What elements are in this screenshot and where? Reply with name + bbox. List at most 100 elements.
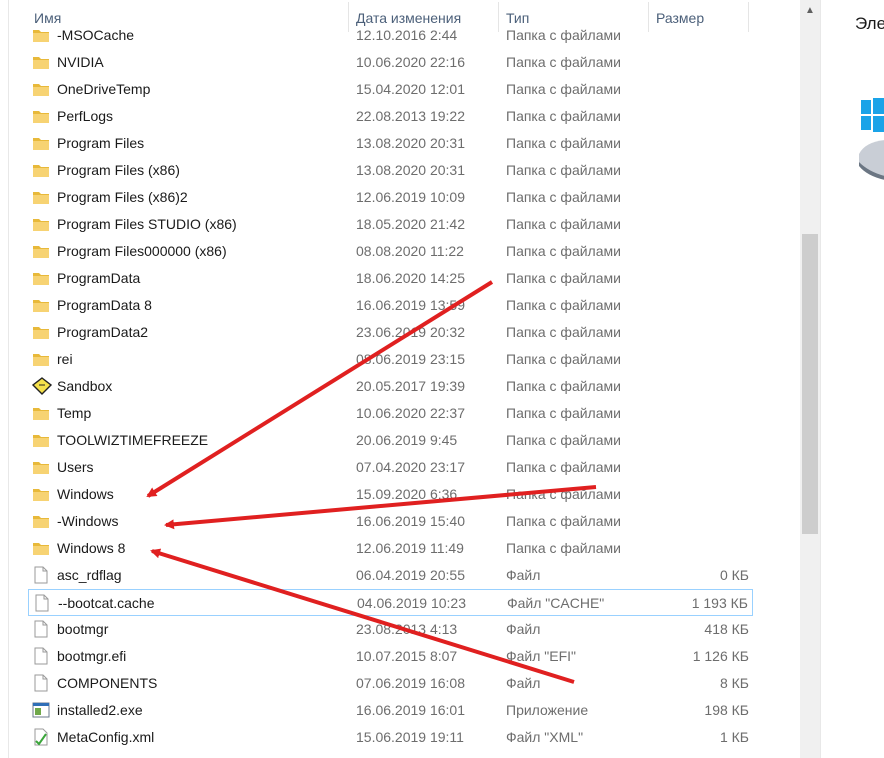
file-type: Папка с файлами bbox=[506, 540, 621, 556]
file-type: Папка с файлами bbox=[506, 351, 621, 367]
sandbox-icon bbox=[31, 377, 53, 395]
file-date: 23.06.2019 20:32 bbox=[356, 324, 465, 340]
file-date: 12.10.2016 2:44 bbox=[356, 27, 458, 43]
folder-icon bbox=[32, 242, 50, 260]
file-date: 18.06.2020 14:25 bbox=[356, 270, 465, 286]
file-type: Файл "XML" bbox=[506, 729, 584, 745]
file-row[interactable]: Program Files (x86)2 12.06.2019 10:09 Папк… bbox=[28, 184, 753, 211]
file-row[interactable]: Sandbox 20.05.2017 19:39 Папка с файлами bbox=[28, 373, 753, 400]
file-date: 16.06.2019 13:59 bbox=[356, 297, 465, 313]
file-type: Папка с файлами bbox=[506, 486, 621, 502]
navigation-pane-edge bbox=[0, 0, 9, 758]
file-size: 418 КБ bbox=[704, 621, 749, 637]
file-type: Папка с файлами bbox=[506, 135, 621, 151]
file-date: 04.06.2019 10:23 bbox=[357, 595, 466, 611]
file-row[interactable]: -MSOCache 12.10.2016 2:44 Папка с файлами bbox=[28, 22, 753, 49]
file-date: 16.06.2019 15:40 bbox=[356, 513, 465, 529]
file-date: 23.08.2013 4:13 bbox=[356, 621, 458, 637]
file-row[interactable]: OneDriveTemp 15.04.2020 12:01 Папка с файл… bbox=[28, 76, 753, 103]
file-name: Program Files bbox=[57, 135, 145, 151]
file-name: ProgramData bbox=[57, 270, 141, 286]
file-name: MetaConfig.xml bbox=[57, 729, 155, 745]
file-row[interactable]: Program Files000000 (x86) 08.08.2020 11:2… bbox=[28, 238, 753, 265]
file-date: 20.05.2017 19:39 bbox=[356, 378, 465, 394]
folder-icon bbox=[32, 350, 50, 368]
file-name: Sandbox bbox=[57, 378, 113, 394]
file-row[interactable]: Program Files (x86) 13.08.2020 20:31 Папка… bbox=[28, 157, 753, 184]
file-type: Файл bbox=[506, 675, 541, 691]
file-name: -MSOCache bbox=[57, 27, 135, 43]
file-date: 06.04.2019 20:55 bbox=[356, 567, 465, 583]
file-row[interactable]: COMPONENTS 07.06.2019 16:08 Файл 8 КБ bbox=[28, 670, 753, 697]
file-size: 1 193 КБ bbox=[691, 595, 748, 611]
file-date: 13.08.2020 20:31 bbox=[356, 162, 465, 178]
file-type: Папка с файлами bbox=[506, 162, 621, 178]
scroll-up-arrow-icon[interactable]: ▲ bbox=[800, 0, 820, 20]
file-date: 22.08.2013 19:22 bbox=[356, 108, 465, 124]
folder-icon bbox=[32, 296, 50, 314]
file-size: 198 КБ bbox=[704, 702, 749, 718]
vertical-scrollbar[interactable]: ▲ bbox=[800, 0, 820, 758]
folder-icon bbox=[32, 215, 50, 233]
scrollbar-thumb[interactable] bbox=[802, 234, 818, 534]
folder-icon bbox=[32, 53, 50, 71]
file-row[interactable]: Program Files STUDIO (x86) 18.05.2020 21:… bbox=[28, 211, 753, 238]
file-row[interactable]: installed2.exe 16.06.2019 16:01 Приложение… bbox=[28, 697, 753, 724]
file-name: Users bbox=[57, 459, 94, 475]
file-row[interactable]: NVIDIA 10.06.2020 22:16 Папка с файлами bbox=[28, 49, 753, 76]
file-row[interactable]: ProgramData2 23.06.2019 20:32 Папка с файл… bbox=[28, 319, 753, 346]
folder-icon bbox=[32, 458, 50, 476]
file-size: 8 КБ bbox=[719, 675, 749, 691]
file-type: Папка с файлами bbox=[506, 189, 621, 205]
file-date: 07.06.2019 16:08 bbox=[356, 675, 465, 691]
folder-icon bbox=[32, 431, 50, 449]
file-name: --bootcat.cache bbox=[58, 595, 155, 611]
file-name: TOOLWIZTIMEFREEZE bbox=[57, 432, 209, 448]
folder-icon bbox=[32, 539, 50, 557]
file-name: ProgramData2 bbox=[57, 324, 149, 340]
file-row[interactable]: asc_rdflag 06.04.2019 20:55 Файл 0 КБ bbox=[28, 562, 753, 589]
file-name: Program Files STUDIO (x86) bbox=[57, 216, 237, 232]
file-row[interactable]: MetaConfig.xml 15.06.2019 19:11 Файл "XML"… bbox=[28, 724, 753, 751]
file-date: 12.06.2019 10:09 bbox=[356, 189, 465, 205]
windows-logo-icon bbox=[859, 98, 884, 180]
file-row[interactable]: rei 08.06.2019 23:15 Папка с файлами bbox=[28, 346, 753, 373]
file-date: 16.06.2019 16:01 bbox=[356, 702, 465, 718]
file-size: 1 126 КБ bbox=[692, 648, 749, 664]
file-row[interactable]: ProgramData 18.06.2020 14:25 Папка с файла… bbox=[28, 265, 753, 292]
folder-icon bbox=[32, 512, 50, 530]
file-name: Windows 8 bbox=[57, 540, 126, 556]
file-date: 13.08.2020 20:31 bbox=[356, 135, 465, 151]
file-row[interactable]: Users 07.04.2020 23:17 Папка с файлами bbox=[28, 454, 753, 481]
file-name: Temp bbox=[57, 405, 92, 421]
file-row[interactable]: TOOLWIZTIMEFREEZE 20.06.2019 9:45 Папка с … bbox=[28, 427, 753, 454]
file-row[interactable]: bootmgr.efi 10.07.2015 8:07 Файл "EFI" 1 12… bbox=[28, 643, 753, 670]
file-row[interactable]: bootmgr 23.08.2013 4:13 Файл 418 КБ bbox=[28, 616, 753, 643]
file-row[interactable]: -Windows 16.06.2019 15:40 Папка с файлами bbox=[28, 508, 753, 535]
file-type: Папка с файлами bbox=[506, 513, 621, 529]
file-row[interactable]: PerfLogs 22.08.2013 19:22 Папка с файлами bbox=[28, 103, 753, 130]
details-pane: Эле bbox=[820, 0, 884, 758]
file-name: Windows bbox=[57, 486, 114, 502]
file-row[interactable]: Temp 10.06.2020 22:37 Папка с файлами bbox=[28, 400, 753, 427]
file-type: Приложение bbox=[506, 702, 589, 718]
file-name: Program Files000000 (x86) bbox=[57, 243, 227, 259]
file-date: 10.07.2015 8:07 bbox=[356, 648, 458, 664]
folder-icon bbox=[32, 26, 50, 44]
file-row[interactable]: --bootcat.cache 04.06.2019 10:23 Файл "CAC… bbox=[28, 589, 753, 616]
xml-icon bbox=[32, 728, 50, 746]
file-icon bbox=[33, 594, 51, 612]
file-row[interactable]: Program Files 13.08.2020 20:31 Папка с фай… bbox=[28, 130, 753, 157]
file-date: 15.09.2020 6:36 bbox=[356, 486, 458, 502]
file-date: 10.06.2020 22:16 bbox=[356, 54, 465, 70]
file-name: Program Files (x86)2 bbox=[57, 189, 188, 205]
file-size: 1 КБ bbox=[719, 729, 749, 745]
folder-icon bbox=[32, 80, 50, 98]
file-icon bbox=[32, 566, 50, 584]
file-row[interactable]: Windows 8 12.06.2019 11:49 Папка с файлами bbox=[28, 535, 753, 562]
file-date: 18.05.2020 21:42 bbox=[356, 216, 465, 232]
file-row[interactable]: ProgramData 8 16.06.2019 13:59 Папка с фай… bbox=[28, 292, 753, 319]
file-type: Папка с файлами bbox=[506, 243, 621, 259]
file-type: Файл bbox=[506, 567, 541, 583]
file-row[interactable]: Windows 15.09.2020 6:36 Папка с файлами bbox=[28, 481, 753, 508]
